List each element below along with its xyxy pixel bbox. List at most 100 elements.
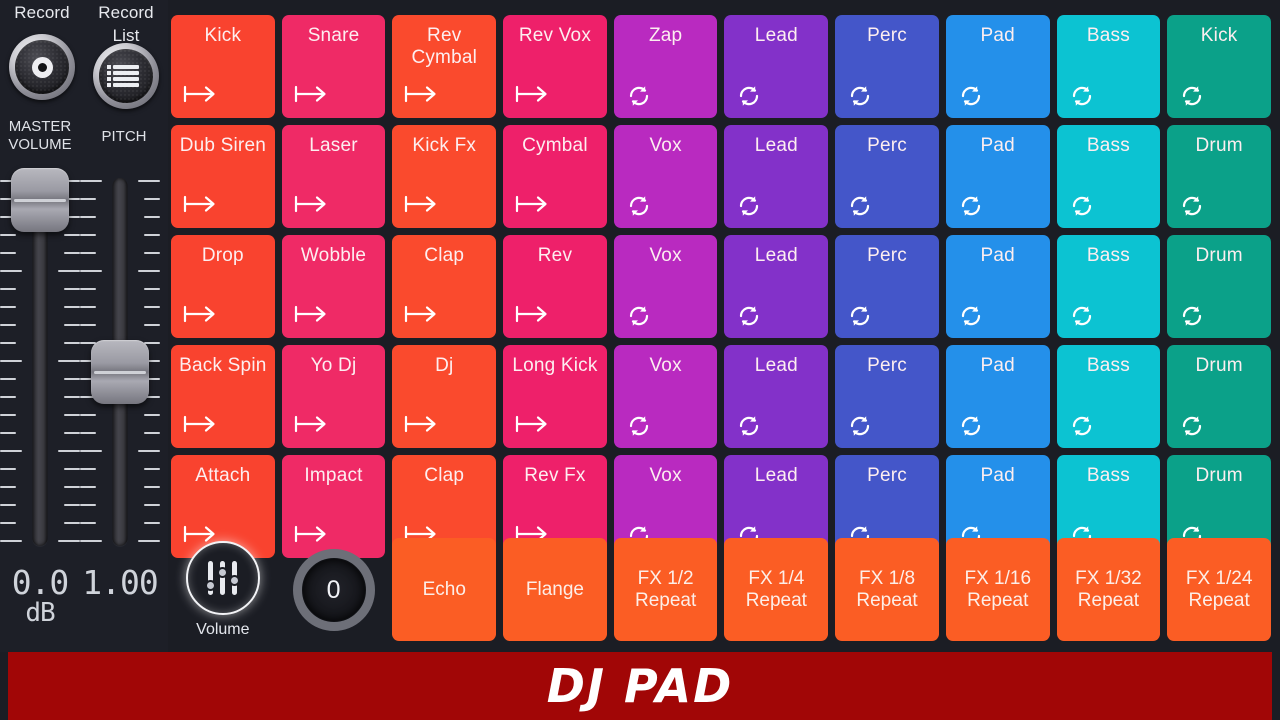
sound-pad[interactable]: Perc xyxy=(835,15,939,118)
arrow-right-icon xyxy=(183,413,217,439)
sound-pad[interactable]: Rev Cymbal xyxy=(392,15,497,118)
sound-pad[interactable]: Pad xyxy=(945,15,1050,118)
sound-pad[interactable]: Vox xyxy=(613,125,718,228)
sound-pad[interactable]: Vox xyxy=(613,235,718,338)
sound-pad[interactable]: Perc xyxy=(835,345,939,448)
sound-pad[interactable]: Lead xyxy=(724,125,829,228)
sound-pad-label: Clap xyxy=(424,245,465,266)
pitch-fader[interactable] xyxy=(80,168,160,558)
bottom-control-row: Volume 0 Echo Flange FX 1/2 Repeat FX 1/4 R… xyxy=(171,538,1271,641)
left-control-panel: Record Record List MASTER VOLUME PITCH 0… xyxy=(0,0,168,652)
fx-button[interactable]: FX 1/32 Repeat xyxy=(1056,538,1161,641)
sound-pad[interactable]: Back Spin xyxy=(171,345,275,448)
sound-pad[interactable]: Clap xyxy=(392,235,497,338)
sound-pad[interactable]: Bass xyxy=(1056,235,1161,338)
arrow-right-icon xyxy=(183,193,217,219)
sound-pad[interactable]: Pad xyxy=(945,345,1050,448)
record-button[interactable]: Record xyxy=(0,0,84,118)
sound-pad[interactable]: Bass xyxy=(1056,345,1161,448)
sound-pad[interactable]: Pad xyxy=(945,235,1050,338)
master-volume-readout: 0.0 dB xyxy=(0,566,80,627)
sound-pad[interactable]: Dub Siren xyxy=(171,125,275,228)
fx-button-label: Echo xyxy=(422,578,466,600)
loop-icon xyxy=(736,83,770,109)
record-list-button-label-line1: Record xyxy=(98,3,154,22)
sound-pad[interactable]: Kick Fx xyxy=(392,125,497,228)
sound-pad-label: Pad xyxy=(980,25,1015,46)
sound-pad[interactable]: Vox xyxy=(613,345,718,448)
sound-pad-label: Bass xyxy=(1086,355,1130,376)
sound-pad[interactable]: Perc xyxy=(835,235,939,338)
record-dot-icon[interactable] xyxy=(9,34,75,100)
sound-pad[interactable]: Zap xyxy=(613,15,718,118)
sound-pad[interactable]: Bass xyxy=(1056,125,1161,228)
mixer-sliders-icon[interactable] xyxy=(185,540,260,615)
sound-pad[interactable]: Rev xyxy=(503,235,607,338)
list-icon[interactable] xyxy=(93,43,159,109)
rotary-knob[interactable]: 0 xyxy=(282,538,386,641)
fx-button[interactable]: FX 1/16 Repeat xyxy=(945,538,1050,641)
sound-pad[interactable]: Kick xyxy=(171,15,275,118)
master-fader-thumb[interactable] xyxy=(11,168,69,232)
sound-pad-label: Laser xyxy=(309,135,358,156)
sound-pad-label: Lead xyxy=(754,25,798,46)
sound-pad[interactable]: Laser xyxy=(281,125,386,228)
volume-button[interactable]: Volume xyxy=(171,538,275,641)
loop-icon xyxy=(1179,413,1213,439)
sound-pad[interactable]: Long Kick xyxy=(503,345,607,448)
sound-pad[interactable]: Lead xyxy=(724,235,829,338)
sound-pad[interactable]: Dj xyxy=(392,345,497,448)
fx-button-label: FX 1/16 Repeat xyxy=(964,567,1032,611)
sound-pad-label: Drum xyxy=(1195,245,1243,266)
sound-pad-label: Rev Fx xyxy=(524,465,586,486)
sound-pad[interactable]: Lead xyxy=(724,15,829,118)
record-button-label: Record xyxy=(14,3,70,22)
fx-button[interactable]: FX 1/2 Repeat xyxy=(613,538,718,641)
sound-pad[interactable]: Drum xyxy=(1167,345,1271,448)
arrow-right-icon xyxy=(404,413,438,439)
app-title-banner: DJ PAD xyxy=(8,652,1272,720)
sound-pad[interactable]: Snare xyxy=(281,15,386,118)
sound-pad[interactable]: Lead xyxy=(724,345,829,448)
fx-button-label: FX 1/32 Repeat xyxy=(1075,567,1142,611)
sound-pad-label: Pad xyxy=(980,465,1015,486)
sound-pad[interactable]: Wobble xyxy=(281,235,386,338)
fx-button[interactable]: Flange xyxy=(503,538,607,641)
sound-pad[interactable]: Drum xyxy=(1167,235,1271,338)
rotary-knob-icon[interactable]: 0 xyxy=(292,548,375,631)
mixer-sliders-glyph xyxy=(204,560,241,595)
sound-pad[interactable]: Cymbal xyxy=(503,125,607,228)
loop-icon xyxy=(1069,303,1103,329)
master-volume-title: MASTER VOLUME xyxy=(0,118,80,154)
fx-button[interactable]: Echo xyxy=(392,538,497,641)
fx-button[interactable]: FX 1/4 Repeat xyxy=(724,538,829,641)
sound-pad-label: Bass xyxy=(1086,135,1130,156)
sound-pad[interactable]: Drop xyxy=(171,235,275,338)
rotary-knob-face: 0 xyxy=(302,558,365,621)
sound-pad-label: Kick xyxy=(1200,25,1238,46)
record-list-button[interactable]: Record List xyxy=(84,0,168,118)
sound-pad[interactable]: Perc xyxy=(835,125,939,228)
loop-icon xyxy=(1179,83,1213,109)
loop-icon xyxy=(958,83,992,109)
sound-pad-label: Cymbal xyxy=(522,135,588,156)
sound-pad[interactable]: Drum xyxy=(1167,125,1271,228)
sound-pad[interactable]: Bass xyxy=(1056,15,1161,118)
sound-pad-grid: Kick Snare Rev Cymbal Rev Vox Zap Lead Perc Pad… xyxy=(171,15,1271,558)
fx-button[interactable]: FX 1/8 Repeat xyxy=(835,538,939,641)
record-icon-inner xyxy=(15,40,69,94)
master-volume-fader[interactable] xyxy=(0,168,80,558)
sound-pad[interactable]: Kick xyxy=(1167,15,1271,118)
sound-pad-label: Lead xyxy=(754,135,798,156)
sound-pad-label: Yo Dj xyxy=(310,355,357,376)
loop-icon xyxy=(1179,193,1213,219)
fx-button-label: FX 1/8 Repeat xyxy=(856,567,918,611)
sound-pad[interactable]: Pad xyxy=(945,125,1050,228)
arrow-right-icon xyxy=(404,303,438,329)
pitch-fader-thumb[interactable] xyxy=(91,340,149,404)
sound-pad[interactable]: Yo Dj xyxy=(281,345,386,448)
sound-pad[interactable]: Rev Vox xyxy=(503,15,607,118)
loop-icon xyxy=(1069,413,1103,439)
master-fader-track[interactable] xyxy=(32,178,48,546)
fx-button[interactable]: FX 1/24 Repeat xyxy=(1167,538,1271,641)
